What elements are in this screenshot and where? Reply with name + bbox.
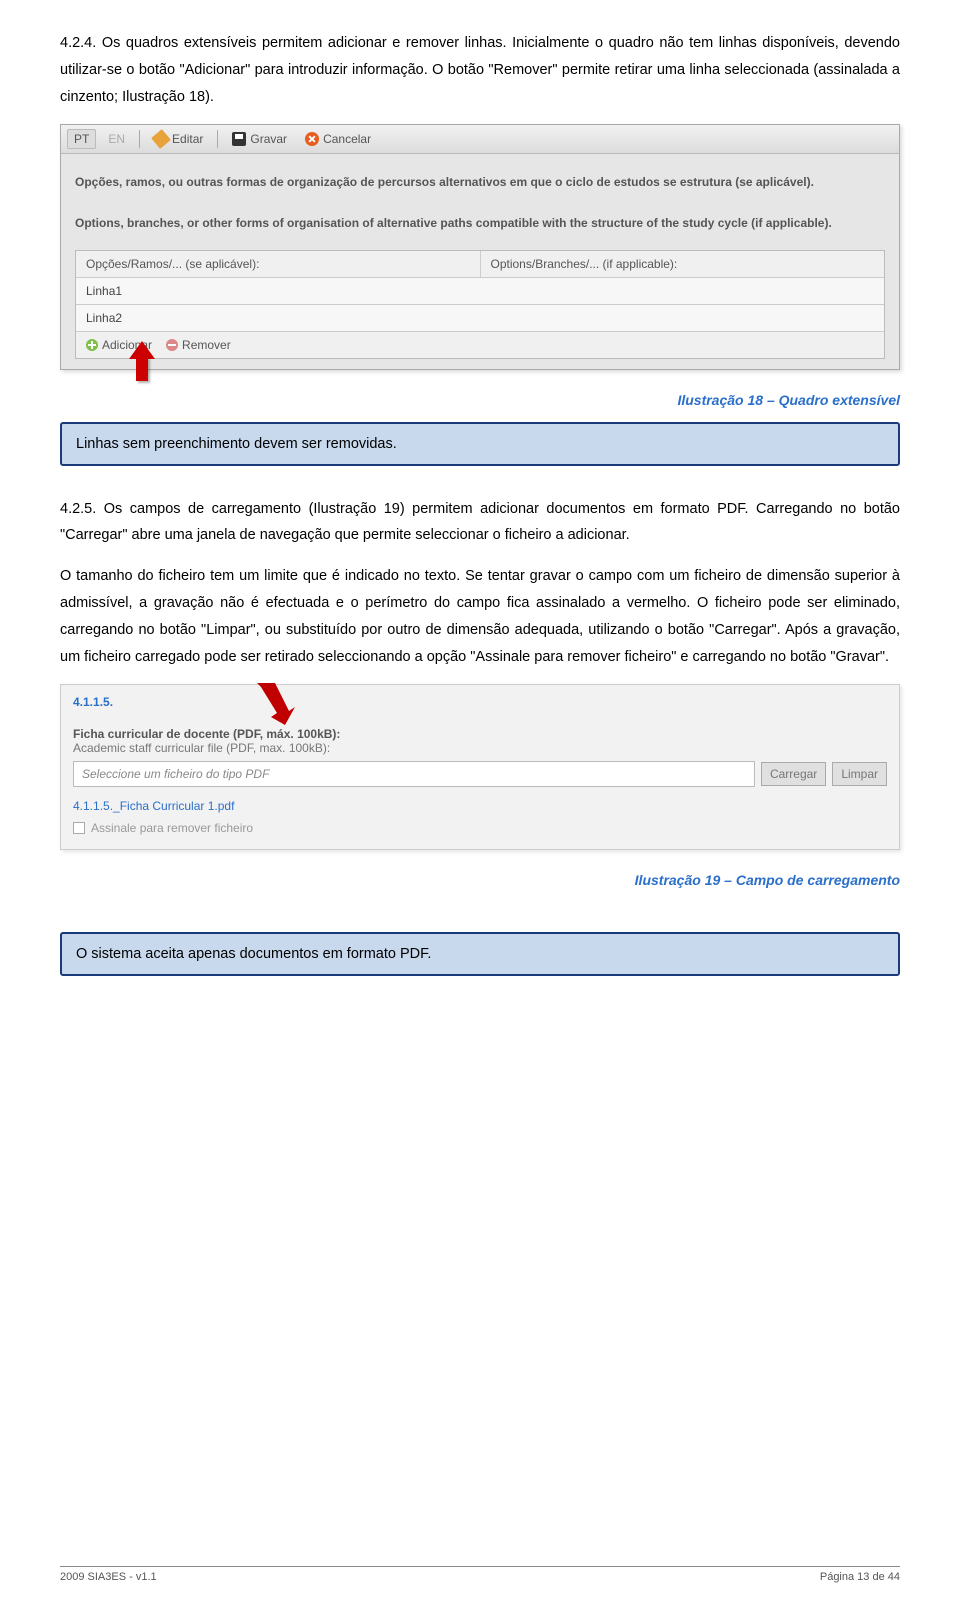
save-icon	[232, 132, 246, 146]
caption-19: Ilustração 19 – Campo de carregamento	[60, 872, 900, 888]
cancelar-label: Cancelar	[323, 132, 371, 146]
page-footer: 2009 SIA3ES - v1.1 Página 13 de 44	[60, 1566, 900, 1583]
table-header-en: Options/Branches/... (if applicable):	[481, 251, 885, 277]
red-arrow-up-icon	[129, 341, 155, 387]
toolbar: PT EN Editar Gravar Cancelar	[61, 125, 899, 154]
footer-left: 2009 SIA3ES - v1.1	[60, 1571, 157, 1583]
upload-label-en: Academic staff curricular file (PDF, max…	[73, 741, 887, 755]
extensible-table: Opções/Ramos/... (se aplicável): Options…	[75, 250, 885, 359]
tab-en[interactable]: EN	[102, 130, 131, 148]
section-number: 4.1.1.5.	[73, 695, 887, 709]
uploaded-file-link[interactable]: 4.1.1.5._Ficha Curricular 1.pdf	[73, 799, 887, 813]
remover-button[interactable]: Remover	[166, 338, 231, 352]
caption-18: Ilustração 18 – Quadro extensível	[60, 392, 900, 408]
description-block: Opções, ramos, ou outras formas de organ…	[75, 172, 885, 233]
minus-icon	[166, 339, 178, 351]
checkbox-label: Assinale para remover ficheiro	[91, 821, 253, 835]
remove-file-checkbox[interactable]: Assinale para remover ficheiro	[73, 821, 887, 835]
paragraph-425: 4.2.5. Os campos de carregamento (Ilustr…	[60, 496, 900, 550]
carregar-button[interactable]: Carregar	[761, 762, 826, 786]
table-row[interactable]: Linha2	[76, 304, 884, 331]
file-input[interactable]: Seleccione um ficheiro do tipo PDF	[73, 761, 755, 787]
paragraph-425b: O tamanho do ficheiro tem um limite que …	[60, 563, 900, 670]
tab-pt[interactable]: PT	[67, 129, 96, 149]
table-header-pt: Opções/Ramos/... (se aplicável):	[76, 251, 481, 277]
paragraph-424: 4.2.4. Os quadros extensíveis permitem a…	[60, 30, 900, 110]
plus-icon	[86, 339, 98, 351]
remover-label: Remover	[182, 338, 231, 352]
editar-label: Editar	[172, 132, 203, 146]
screenshot-quadro-extensivel: PT EN Editar Gravar Cancelar Opções, ram…	[60, 124, 900, 369]
gravar-label: Gravar	[250, 132, 287, 146]
limpar-button[interactable]: Limpar	[832, 762, 887, 786]
gravar-button[interactable]: Gravar	[226, 130, 293, 148]
info-box-pdf: O sistema aceita apenas documentos em fo…	[60, 932, 900, 976]
cancelar-button[interactable]: Cancelar	[299, 130, 377, 148]
desc-en: Options, branches, or other forms of org…	[75, 213, 885, 233]
info-box-linhas: Linhas sem preenchimento devem ser remov…	[60, 422, 900, 466]
pencil-icon	[151, 130, 171, 150]
red-arrow-diagonal-icon	[251, 681, 295, 725]
footer-right: Página 13 de 44	[820, 1571, 900, 1583]
checkbox-icon	[73, 822, 85, 834]
cancel-icon	[305, 132, 319, 146]
screenshot-campo-carregamento: 4.1.1.5. Ficha curricular de docente (PD…	[60, 684, 900, 850]
editar-button[interactable]: Editar	[148, 130, 209, 148]
desc-pt: Opções, ramos, ou outras formas de organ…	[75, 172, 885, 192]
upload-label-pt: Ficha curricular de docente (PDF, máx. 1…	[73, 727, 887, 741]
table-row[interactable]: Linha1	[76, 277, 884, 304]
